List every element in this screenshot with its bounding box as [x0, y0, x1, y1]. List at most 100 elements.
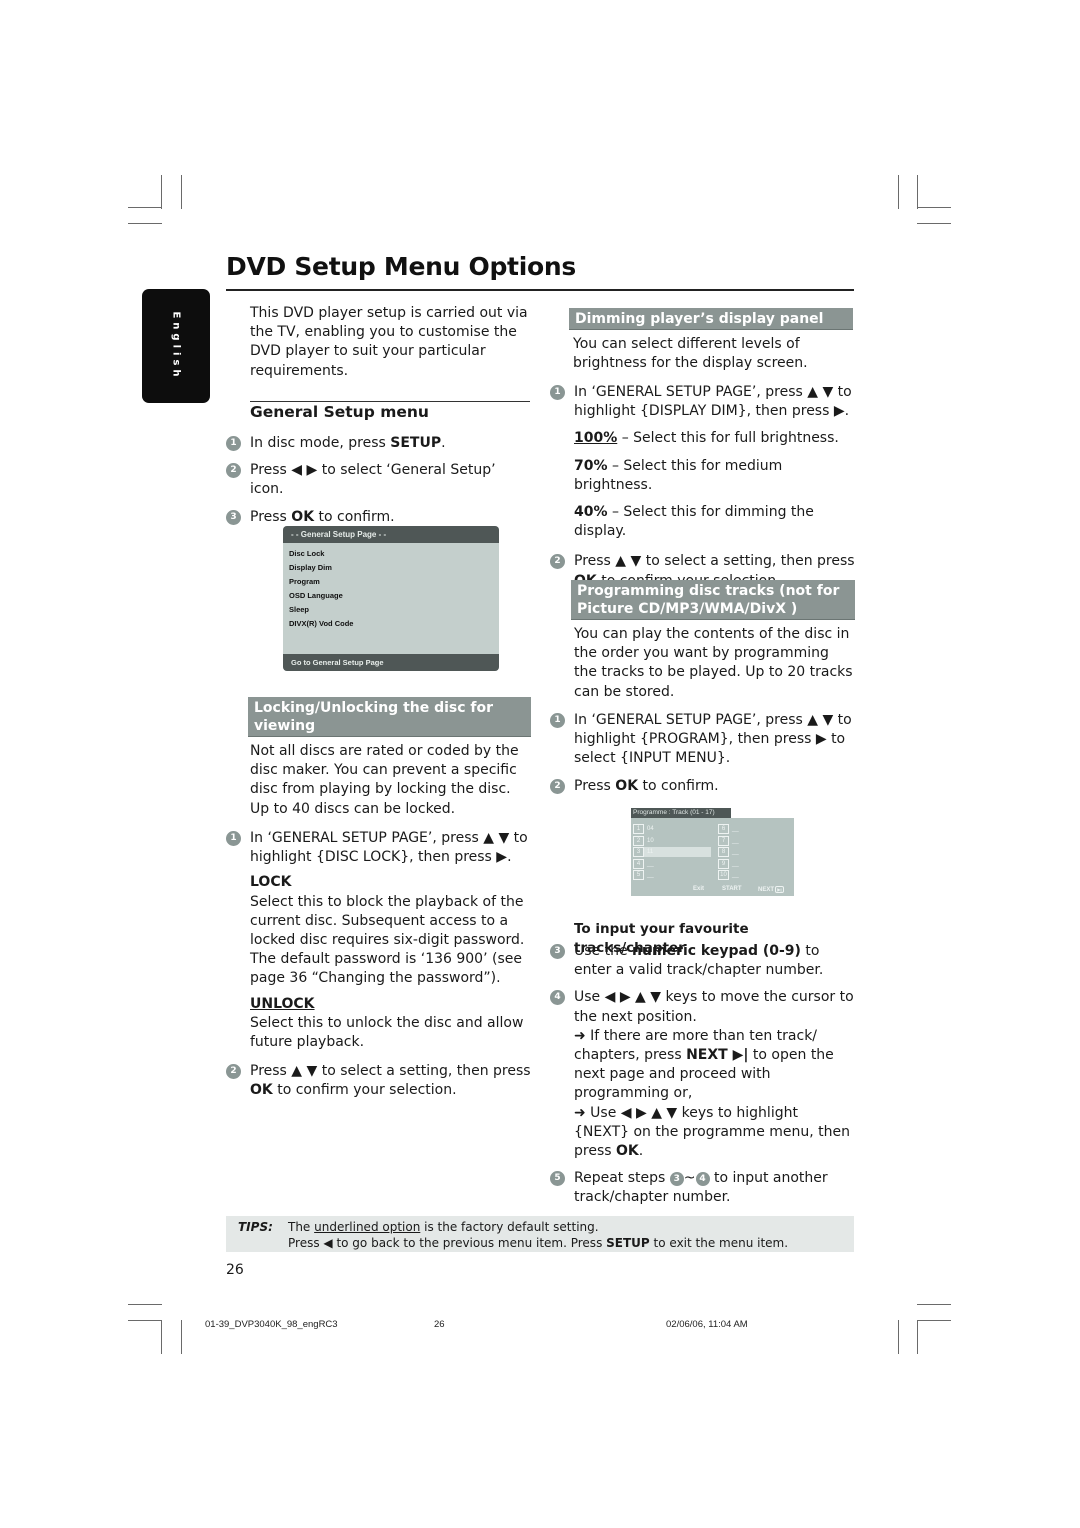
crop-mark — [917, 1320, 918, 1354]
step-ref-icon: 4 — [695, 1172, 710, 1187]
step-number-icon: 2 — [226, 1064, 241, 1080]
step-number-icon: 1 — [550, 713, 565, 728]
dimming-section: Dimming player’s display panel You can s… — [569, 308, 853, 373]
menu-item-disc-lock[interactable]: Disc Lock — [289, 547, 499, 561]
menu-item-display-dim[interactable]: Display Dim — [289, 561, 499, 575]
programme-slot[interactable]: 7 __ — [718, 835, 739, 846]
crop-mark — [181, 1320, 182, 1354]
programme-slot[interactable]: 6 __ — [718, 824, 739, 834]
menu-item-sleep[interactable]: Sleep — [289, 603, 499, 617]
step-number-icon: 2 — [550, 554, 565, 570]
programme-slot[interactable]: 5 __ — [633, 870, 654, 880]
slot-value: __ — [732, 837, 739, 844]
step-number-icon: 1 — [226, 436, 241, 451]
crop-mark — [128, 223, 162, 224]
step-number-icon: 4 — [550, 990, 565, 1006]
step-number-icon: 1 — [226, 831, 241, 846]
slot-value: __ — [647, 872, 654, 878]
step-number-icon: 3 — [226, 509, 241, 525]
programme-slot[interactable]: 4 __ — [633, 858, 654, 869]
step-4-note-1: ➜ If there are more than ten track/ chap… — [574, 1027, 834, 1102]
dimming-step-1: 1 In ‘GENERAL SETUP PAGE’, press ▲ ▼ to … — [550, 383, 855, 421]
crop-mark — [128, 207, 162, 208]
crop-mark — [917, 1320, 951, 1321]
programming-step-3: 3 Use the numeric keypad (0-9) to enter … — [550, 942, 855, 980]
programme-screen: Programme : Track (01 - 17) 1 04 2 10 3 11 4 __… — [631, 808, 794, 896]
tips-line-1: The underlined option is the factory def… — [288, 1220, 599, 1234]
slot-value: 04 — [647, 826, 654, 832]
step-number-icon: 5 — [550, 1171, 565, 1187]
dimming-steps: 1 In ‘GENERAL SETUP PAGE’, press ▲ ▼ to … — [550, 383, 855, 591]
slot-number: 10 — [718, 870, 729, 880]
start-button[interactable]: START — [722, 886, 742, 892]
exit-button[interactable]: Exit — [693, 886, 704, 892]
programme-slot[interactable]: 2 10 — [633, 835, 654, 846]
programming-steps: 1 In ‘GENERAL SETUP PAGE’, press ▲ ▼ to … — [550, 711, 855, 796]
step-number-icon: 3 — [550, 944, 565, 959]
programming-step-2: 2 Press OK to confirm. — [550, 777, 855, 796]
unlock-option: UNLOCK Select this to unlock the disc an… — [226, 995, 531, 1053]
step-3: 3 Press OK to confirm. — [226, 508, 526, 527]
step-ref-icon: 3 — [669, 1172, 684, 1187]
dimming-body: You can select different levels of brigh… — [573, 336, 808, 372]
programming-step-5: 5 Repeat steps 3 ~4 to input another trac… — [550, 1169, 855, 1207]
programming-heading: Programming disc tracks (not for Picture… — [571, 580, 855, 620]
next-icon: ▶| — [775, 886, 785, 893]
programme-slot[interactable]: 3 11 — [633, 847, 653, 857]
slot-number: 1 — [633, 824, 644, 834]
slot-number: 7 — [718, 835, 729, 846]
slot-number: 9 — [718, 858, 729, 869]
title-divider — [226, 289, 854, 291]
locking-body: Not all discs are rated or coded by the … — [250, 743, 519, 817]
slot-number: 6 — [718, 824, 729, 834]
screen-footer: Go to General Setup Page — [283, 654, 499, 671]
crop-mark — [128, 1320, 162, 1321]
intro-text: This DVD player setup is carried out via… — [250, 305, 528, 379]
programming-section: Programming disc tracks (not for Picture… — [571, 580, 855, 702]
slot-number: 3 — [633, 847, 644, 857]
lock-description: Select this to block the playback of the… — [250, 893, 525, 987]
slot-value: 11 — [647, 849, 654, 855]
locking-steps: 1 In ‘GENERAL SETUP PAGE’, press ▲ ▼ to … — [226, 829, 531, 1101]
page-title: DVD Setup Menu Options — [226, 252, 576, 281]
menu-item-osd-language[interactable]: OSD Language — [289, 589, 499, 603]
slot-value: __ — [732, 826, 739, 832]
programme-slot[interactable]: 1 04 — [633, 824, 654, 834]
footer-page: 26 — [434, 1319, 445, 1330]
locking-step-2: 2 Press ▲ ▼ to select a setting, then pr… — [226, 1062, 531, 1100]
menu-item-divx-vod-code[interactable]: DIVX(R) Vod Code — [289, 617, 499, 631]
dim-option-70: 70% – Select this for medium brightness. — [574, 457, 783, 493]
section-divider — [250, 401, 530, 402]
slot-number: 5 — [633, 870, 644, 880]
crop-mark — [898, 175, 899, 209]
slot-number: 2 — [633, 835, 644, 846]
input-steps: 3 Use the numeric keypad (0-9) to enter … — [550, 942, 855, 1208]
dim-option-40: 40% – Select this for dimming the displa… — [574, 504, 814, 540]
crop-mark — [917, 223, 951, 224]
slot-number: 8 — [718, 847, 729, 857]
programming-body: You can play the contents of the disc in… — [574, 626, 853, 700]
slot-number: 4 — [633, 858, 644, 869]
programme-header: Programme : Track (01 - 17) — [631, 808, 731, 818]
slot-value: __ — [732, 872, 739, 878]
unlock-label: UNLOCK — [250, 995, 315, 1012]
selected-slot-highlight — [644, 847, 711, 857]
crop-mark — [898, 1320, 899, 1354]
unlock-description: Select this to unlock the disc and allow… — [250, 1014, 524, 1051]
programme-slot[interactable]: 8 __ — [718, 847, 739, 857]
menu-item-program[interactable]: Program — [289, 575, 499, 589]
programme-slot[interactable]: 10 __ — [718, 870, 739, 880]
crop-mark — [917, 175, 918, 209]
dimming-heading: Dimming player’s display panel — [569, 308, 853, 330]
programme-slot[interactable]: 9 __ — [718, 858, 739, 869]
left-column: This DVD player setup is carried out via… — [250, 304, 530, 381]
screen-header: - - General Setup Page - - — [283, 526, 499, 543]
general-setup-heading: General Setup menu — [250, 403, 429, 421]
crop-mark — [128, 1304, 162, 1305]
next-button[interactable]: NEXT ▶| — [758, 886, 785, 893]
crop-mark — [181, 175, 182, 209]
language-tab-label: English — [170, 311, 182, 381]
tips-box: TIPS: The underlined option is the facto… — [226, 1216, 854, 1252]
lock-label: LOCK — [250, 874, 292, 891]
crop-mark — [161, 175, 162, 209]
